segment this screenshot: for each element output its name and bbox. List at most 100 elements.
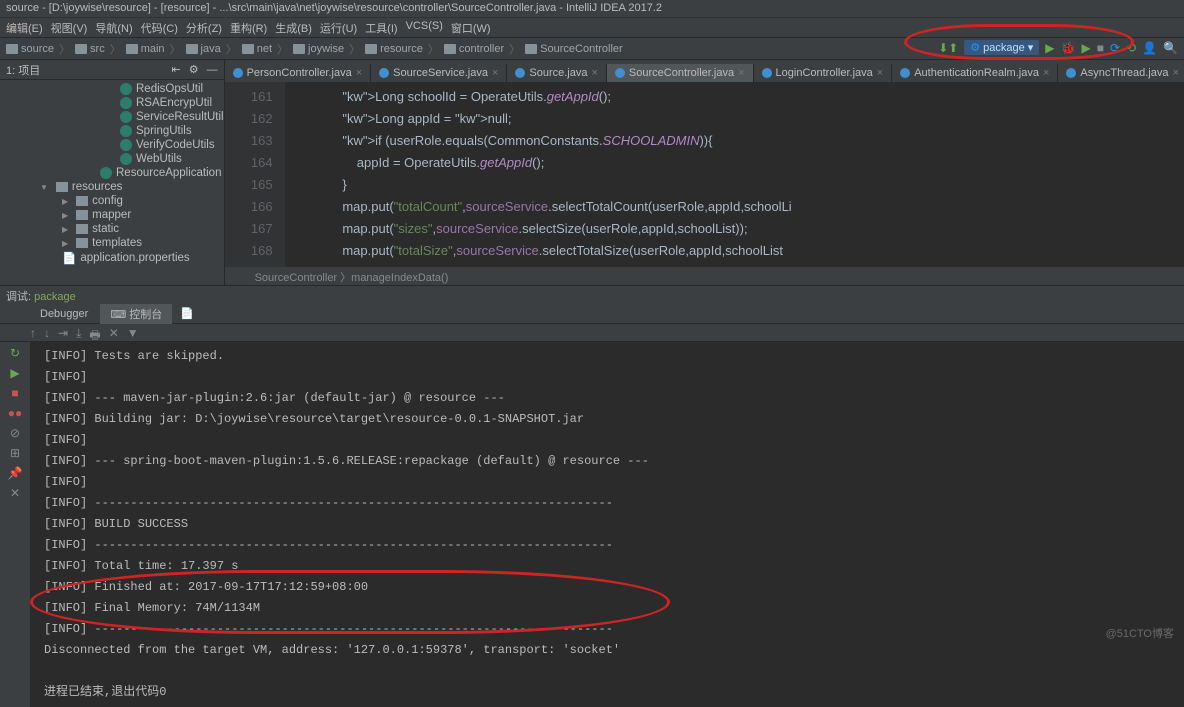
editor-area: PersonController.java×SourceService.java… bbox=[225, 60, 1184, 285]
class-icon bbox=[762, 68, 772, 78]
close-icon[interactable]: × bbox=[877, 67, 883, 79]
avatar-icon[interactable]: 👤 bbox=[1142, 41, 1157, 55]
editor-tab[interactable]: SourceService.java× bbox=[371, 64, 507, 82]
tree-folder[interactable]: resources bbox=[40, 180, 224, 194]
up-icon[interactable]: ↑ bbox=[30, 326, 36, 339]
close-icon[interactable]: × bbox=[1043, 67, 1049, 79]
menu-item[interactable]: 视图(V) bbox=[51, 20, 88, 35]
tree-file[interactable]: RSAEncrypUtil bbox=[40, 96, 224, 110]
tree-folder[interactable]: templates bbox=[40, 236, 224, 250]
watermark: @51CTO博客 bbox=[1106, 625, 1174, 641]
editor-tabs: PersonController.java×SourceService.java… bbox=[225, 60, 1184, 82]
wrap-icon[interactable]: ⇥ bbox=[58, 326, 68, 339]
close2-icon[interactable]: ✕ bbox=[10, 486, 20, 500]
debug-tabs: Debugger ⌨ 控制台 📄 bbox=[0, 304, 1184, 324]
down-icon[interactable]: ↓ bbox=[44, 326, 50, 339]
debug-icon[interactable]: 🐞 bbox=[1061, 41, 1076, 55]
run-config-selector[interactable]: ⚙ package ▾ bbox=[964, 40, 1039, 55]
debug-header: 调试: package bbox=[0, 286, 1184, 304]
tree-file[interactable]: 📄 application.properties bbox=[40, 250, 224, 266]
scroll-icon[interactable]: ⤓ bbox=[76, 326, 81, 339]
search-icon[interactable]: 🔍 bbox=[1163, 41, 1178, 55]
rerun-icon[interactable]: ↻ bbox=[10, 346, 20, 360]
source-code[interactable]: "kw">Long schoolId = OperateUtils.getApp… bbox=[285, 82, 1184, 267]
crumb-segment[interactable]: controller bbox=[459, 43, 504, 55]
tab-console[interactable]: ⌨ 控制台 bbox=[100, 304, 172, 324]
run-icon[interactable]: ▶ bbox=[1045, 41, 1054, 55]
editor-tab[interactable]: AuthenticationRealm.java× bbox=[892, 64, 1058, 82]
crumb-segment[interactable]: resource bbox=[380, 43, 423, 55]
editor-tab[interactable]: PersonController.java× bbox=[225, 64, 372, 82]
close-icon[interactable]: × bbox=[1172, 67, 1178, 79]
stop2-icon[interactable]: ■ bbox=[11, 386, 18, 400]
folder-icon bbox=[242, 44, 254, 54]
tab-debugger[interactable]: Debugger bbox=[30, 306, 98, 322]
class-icon bbox=[100, 167, 112, 179]
menu-item[interactable]: 生成(B) bbox=[275, 20, 312, 35]
resume-icon[interactable]: ▶ bbox=[10, 366, 19, 380]
project-header[interactable]: 1: 项目 ⇤ ⚙ — bbox=[0, 60, 224, 80]
tree-folder[interactable]: static bbox=[40, 222, 224, 236]
menu-item[interactable]: 分析(Z) bbox=[186, 20, 222, 35]
clear-icon[interactable]: ✕ bbox=[109, 326, 119, 339]
coverage-icon[interactable]: ▶ bbox=[1081, 41, 1090, 55]
tree-folder[interactable]: config bbox=[40, 194, 224, 208]
crumb-segment[interactable]: SourceController bbox=[540, 43, 623, 55]
menu-item[interactable]: 重构(R) bbox=[230, 20, 267, 35]
tab-console-label: 控制台 bbox=[129, 309, 162, 321]
chevron-down-icon: ▾ bbox=[1028, 41, 1034, 54]
print-icon[interactable]: 🖶 bbox=[89, 326, 100, 339]
tree-file[interactable]: ResourceApplication bbox=[40, 166, 224, 180]
pin-icon[interactable]: 📌 bbox=[8, 466, 23, 480]
hide-icon[interactable]: — bbox=[207, 64, 218, 76]
build-icon[interactable]: ⬇⬆ bbox=[938, 41, 958, 55]
run-config-label: package bbox=[983, 42, 1025, 54]
tree-file[interactable]: SpringUtils bbox=[40, 124, 224, 138]
editor-tab[interactable]: LoginController.java× bbox=[754, 64, 893, 82]
editor-tab[interactable]: AsyncThread.java× bbox=[1058, 64, 1184, 82]
view-bp-icon[interactable]: ●● bbox=[8, 406, 23, 420]
editor-tab[interactable]: Source.java× bbox=[507, 64, 607, 82]
menu-item[interactable]: 工具(I) bbox=[365, 20, 397, 35]
menu-item[interactable]: 编辑(E) bbox=[6, 20, 43, 35]
gear-icon: ⚙ bbox=[970, 41, 980, 54]
mute-bp-icon[interactable]: ⊘ bbox=[10, 426, 20, 440]
update-icon[interactable]: ⟳ bbox=[1110, 41, 1120, 55]
project-tree[interactable]: RedisOpsUtil RSAEncrypUtil ServiceResult… bbox=[0, 80, 224, 285]
code-editor[interactable]: 161162163164165166167168 "kw">Long schoo… bbox=[225, 82, 1184, 267]
settings-icon[interactable]: ⚙ bbox=[189, 63, 199, 76]
stop-icon[interactable]: ■ bbox=[1097, 41, 1104, 55]
crumb-segment[interactable]: joywise bbox=[308, 43, 344, 55]
collapse-icon[interactable]: ⇤ bbox=[171, 63, 180, 76]
crumb-segment[interactable]: net bbox=[257, 43, 272, 55]
tree-file[interactable]: VerifyCodeUtils bbox=[40, 138, 224, 152]
editor-tab[interactable]: SourceController.java× bbox=[607, 64, 754, 82]
close-icon[interactable]: × bbox=[492, 67, 498, 79]
crumb-segment[interactable]: main bbox=[141, 43, 165, 55]
tree-file[interactable]: RedisOpsUtil bbox=[40, 82, 224, 96]
tree-file[interactable]: ServiceResultUtil bbox=[40, 110, 224, 124]
crumb-segment[interactable]: source bbox=[21, 43, 54, 55]
close-icon[interactable]: × bbox=[591, 67, 597, 79]
layout-icon[interactable]: ⊞ bbox=[10, 446, 20, 460]
crumb-segment[interactable]: src bbox=[90, 43, 105, 55]
menu-item[interactable]: 代码(C) bbox=[141, 20, 178, 35]
code-breadcrumb[interactable]: SourceController 〉manageIndexData() bbox=[225, 267, 1184, 285]
crumb-segment[interactable]: java bbox=[201, 43, 221, 55]
log-icon[interactable]: 📄 bbox=[180, 307, 194, 320]
menu-item[interactable]: 导航(N) bbox=[95, 20, 132, 35]
menu-item[interactable]: 窗口(W) bbox=[451, 20, 491, 35]
console-output[interactable]: [INFO] Tests are skipped. [INFO] [INFO] … bbox=[30, 342, 1184, 707]
class-icon bbox=[900, 68, 910, 78]
filter-icon[interactable]: ▼ bbox=[127, 326, 139, 339]
close-icon[interactable]: × bbox=[738, 67, 744, 79]
sync-icon[interactable]: ⟲ bbox=[1126, 41, 1136, 55]
menu-item[interactable]: 运行(U) bbox=[320, 20, 357, 35]
tree-file[interactable]: WebUtils bbox=[40, 152, 224, 166]
folder-icon bbox=[365, 44, 377, 54]
tree-folder[interactable]: mapper bbox=[40, 208, 224, 222]
close-icon[interactable]: × bbox=[356, 67, 362, 79]
menu-item[interactable]: VCS(S) bbox=[406, 20, 443, 35]
class-icon bbox=[120, 125, 132, 137]
folder-icon bbox=[76, 210, 88, 220]
